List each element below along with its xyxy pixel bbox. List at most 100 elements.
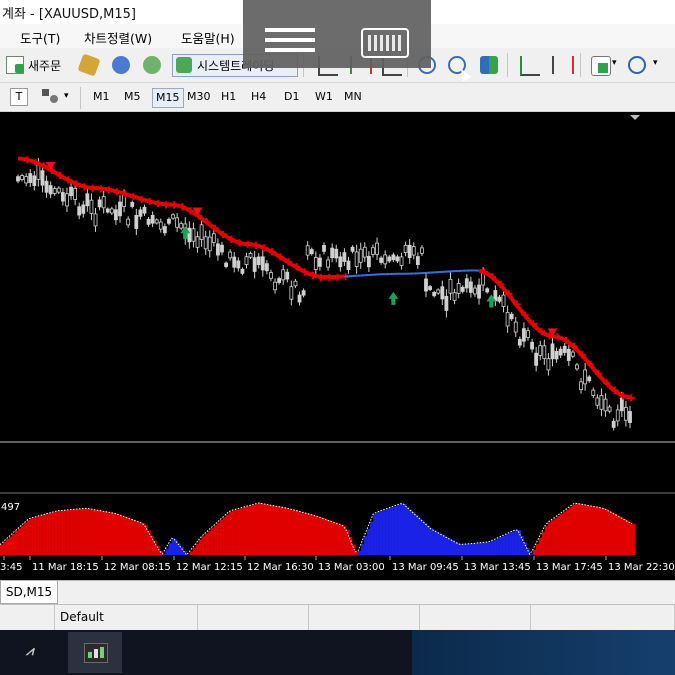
clock-icon[interactable] (628, 56, 646, 74)
candle-body (281, 269, 286, 281)
expert-icon[interactable] (77, 53, 101, 77)
histogram-bar (544, 525, 548, 555)
chart-tab-xauusd[interactable]: SD,M15 (0, 581, 58, 604)
candle-body (342, 252, 347, 262)
keyboard-icon[interactable] (361, 28, 409, 58)
chevron-down-icon[interactable]: ▾ (612, 58, 617, 68)
candle-body (575, 364, 579, 370)
histogram-bar (216, 522, 220, 555)
chevron-down-icon[interactable]: ▾ (64, 91, 69, 101)
candle-body (297, 294, 302, 303)
tf-w1[interactable]: W1 (312, 88, 336, 106)
tf-m30[interactable]: M30 (184, 88, 214, 106)
candle-body (326, 259, 330, 268)
candle-body (603, 398, 608, 412)
menu-icon[interactable] (265, 28, 315, 32)
histogram-bar (51, 512, 55, 555)
trend-segment (115, 189, 121, 195)
candle-body (260, 256, 265, 271)
candle-body (395, 256, 400, 262)
user-icon[interactable] (112, 56, 130, 74)
menu-help[interactable]: 도움말(H) (181, 28, 235, 47)
new-order-icon[interactable] (6, 56, 24, 74)
candle-body (142, 206, 147, 214)
chevron-down-icon[interactable]: ▾ (653, 58, 658, 68)
trend-segment (612, 388, 619, 395)
histogram-bar (484, 542, 488, 555)
histogram-bar (72, 509, 76, 555)
histogram-bar (288, 508, 293, 555)
time-label: 12 Mar 08:15 (104, 562, 171, 573)
candle-body (362, 246, 367, 258)
histogram-bar (337, 523, 341, 555)
separator (507, 53, 508, 77)
price-chart[interactable]: ✚✚✚✚✚✚✚✚✚✚✚✚✚✚✚✚✚✚✚✚✚✚✚✚✚✚✚✚✚✚✚✚✚✚✚✚✚✚✚✚… (0, 112, 675, 580)
histogram-bar (108, 512, 112, 555)
tf-m15[interactable]: M15 (152, 88, 184, 108)
indicators-icon[interactable] (591, 56, 611, 76)
candle-body (383, 254, 388, 265)
tf-m1[interactable]: M1 (90, 88, 113, 106)
text-tool-icon[interactable]: T (10, 88, 28, 106)
taskbar-app-active[interactable] (68, 632, 122, 673)
autoscroll-icon[interactable] (552, 56, 574, 74)
histogram-bar (141, 523, 145, 555)
tf-m5[interactable]: M5 (121, 88, 144, 106)
candle-body (366, 255, 371, 268)
candle-body (379, 257, 384, 263)
histogram-bar (370, 521, 374, 555)
candle-body (24, 176, 29, 184)
chart-shift-icon[interactable] (520, 56, 540, 76)
candle-body (452, 292, 457, 301)
menu-window[interactable]: 차트정렬(W) (84, 28, 152, 47)
trend-segment (278, 254, 285, 261)
trend-segment (254, 242, 260, 248)
histogram-bar (84, 508, 88, 555)
histogram-bar (99, 510, 103, 555)
histogram-bar (553, 518, 557, 555)
candle-body (358, 248, 363, 263)
candle-body (167, 218, 171, 224)
histogram-bar (45, 514, 49, 555)
tf-d1[interactable]: D1 (281, 88, 302, 106)
histogram-bar (532, 549, 536, 555)
tf-h1[interactable]: H1 (218, 88, 239, 106)
candle-body (191, 228, 196, 242)
histogram-bar (493, 539, 497, 555)
new-order-button[interactable]: 새주문 (28, 57, 61, 74)
tf-mn[interactable]: MN (341, 88, 365, 106)
histogram-bar (24, 522, 28, 555)
trend-segment (539, 329, 546, 336)
candle-body (264, 263, 269, 272)
candle-body (146, 218, 151, 225)
histogram-bar (3, 541, 7, 555)
candle-body (52, 188, 57, 194)
status-profile: Default (60, 610, 104, 624)
signal-icon[interactable] (143, 56, 161, 74)
separator (580, 53, 581, 77)
candle-body (599, 394, 604, 410)
candle-body (216, 243, 220, 256)
histogram-bar (568, 507, 572, 555)
candle-body (346, 260, 351, 270)
candle-body (497, 296, 502, 302)
histogram-bar (135, 520, 139, 555)
candle-body (387, 256, 392, 262)
candle-body (464, 278, 469, 289)
shapes-icon[interactable] (42, 89, 58, 103)
histogram-bar (279, 506, 284, 555)
app-logo-icon[interactable]: ⩘ (26, 644, 48, 660)
histogram-bar (63, 510, 67, 555)
time-label: 13 Mar 17:45 (536, 562, 603, 573)
histogram-bar (349, 537, 353, 555)
histogram-bar (285, 507, 290, 555)
trend-dot: ✚ (341, 272, 349, 283)
menu-tools[interactable]: 도구(T) (20, 28, 60, 47)
desktop-area (412, 630, 675, 675)
tf-h4[interactable]: H4 (248, 88, 269, 106)
tile-windows-icon[interactable] (480, 56, 498, 74)
histogram-bar (75, 509, 79, 555)
candle-body (207, 236, 212, 252)
candle-body (220, 244, 224, 253)
candle-body (522, 328, 526, 342)
